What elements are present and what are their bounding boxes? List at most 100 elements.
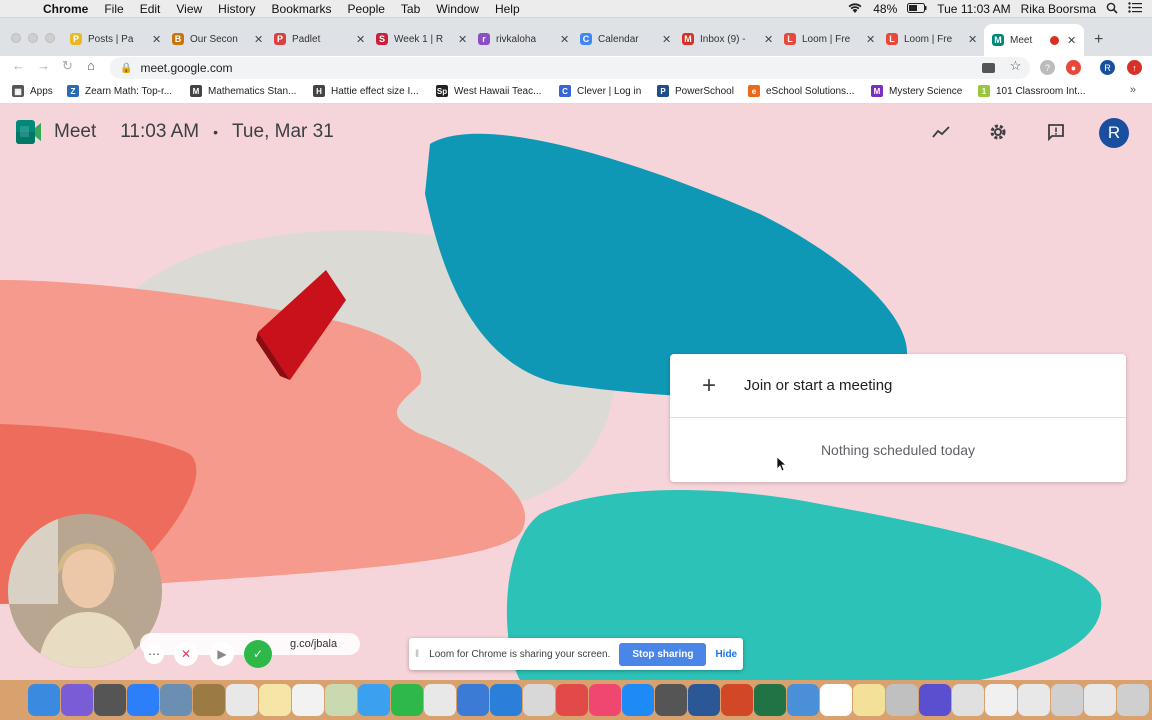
menu-help[interactable]: Help bbox=[495, 2, 520, 16]
address-bar[interactable]: 🔒 meet.google.com bbox=[110, 57, 1030, 79]
update-icon[interactable]: ↑ bbox=[1127, 60, 1142, 75]
close-tab-icon[interactable]: ✕ bbox=[968, 33, 977, 46]
dock-app-icon[interactable] bbox=[61, 684, 93, 716]
dock-app-icon[interactable] bbox=[94, 684, 126, 716]
home-icon[interactable]: ⌂ bbox=[87, 58, 95, 73]
browser-tab[interactable]: B Our Secon ✕ bbox=[172, 28, 263, 50]
dock-app-icon[interactable] bbox=[127, 684, 159, 716]
browser-tab[interactable]: C Calendar ✕ bbox=[580, 28, 671, 50]
close-tab-icon[interactable]: ✕ bbox=[356, 33, 365, 46]
close-tab-icon[interactable]: ✕ bbox=[866, 33, 875, 46]
dock-app-icon[interactable] bbox=[193, 684, 225, 716]
browser-tab[interactable]: P Padlet ✕ bbox=[274, 28, 365, 50]
lock-icon[interactable]: 🔒 bbox=[120, 63, 132, 74]
menu-tab[interactable]: Tab bbox=[401, 2, 420, 16]
dock-app-icon[interactable] bbox=[886, 684, 918, 716]
bookmark-star-icon[interactable]: ☆ bbox=[1008, 58, 1023, 73]
address-url[interactable]: meet.google.com bbox=[140, 61, 232, 75]
camera-in-use-icon[interactable] bbox=[982, 63, 995, 73]
dock-app-icon[interactable] bbox=[358, 684, 390, 716]
menu-app[interactable]: Chrome bbox=[43, 2, 88, 16]
dock-app-icon[interactable] bbox=[952, 684, 984, 716]
dock-app-icon[interactable] bbox=[391, 684, 423, 716]
dock-app-icon[interactable] bbox=[292, 684, 324, 716]
dock-app-icon[interactable] bbox=[622, 684, 654, 716]
bookmark-item[interactable]: Sp West Hawaii Teac... bbox=[436, 85, 541, 97]
loom-finish-icon[interactable]: ✓ bbox=[244, 640, 272, 668]
dock-app-icon[interactable] bbox=[1084, 684, 1116, 716]
browser-tab[interactable]: S Week 1 | R ✕ bbox=[376, 28, 467, 50]
bookmark-item[interactable]: 1 101 Classroom Int... bbox=[978, 85, 1085, 97]
menubar-clock[interactable]: Tue 11:03 AM bbox=[937, 2, 1010, 16]
meet-brand[interactable]: Meet bbox=[54, 121, 96, 143]
menu-file[interactable]: File bbox=[104, 2, 123, 16]
join-meeting-button[interactable]: + Join or start a meeting bbox=[670, 354, 1126, 418]
menu-window[interactable]: Window bbox=[436, 2, 479, 16]
dock-app-icon[interactable] bbox=[820, 684, 852, 716]
battery-icon[interactable] bbox=[907, 2, 927, 16]
dock-app-icon[interactable] bbox=[523, 684, 555, 716]
dock-app-icon[interactable] bbox=[457, 684, 489, 716]
hide-share-bar-button[interactable]: Hide bbox=[715, 649, 737, 660]
dock-app-icon[interactable] bbox=[259, 684, 291, 716]
close-tab-icon[interactable]: ✕ bbox=[560, 33, 569, 46]
browser-tab[interactable]: M Meet ✕ bbox=[984, 24, 1085, 56]
dock-app-icon[interactable] bbox=[424, 684, 456, 716]
feedback-icon[interactable] bbox=[1044, 120, 1068, 144]
dock-app-icon[interactable] bbox=[787, 684, 819, 716]
browser-tab[interactable]: r rivkaloha ✕ bbox=[478, 28, 569, 50]
dock-app-icon[interactable] bbox=[688, 684, 720, 716]
wifi-icon[interactable] bbox=[847, 2, 863, 17]
stop-sharing-button[interactable]: Stop sharing bbox=[619, 642, 707, 666]
dock-app-icon[interactable] bbox=[853, 684, 885, 716]
browser-tab[interactable]: M Inbox (9) - ✕ bbox=[682, 28, 773, 50]
notification-center-icon[interactable] bbox=[1128, 2, 1142, 16]
dock-app-icon[interactable] bbox=[226, 684, 258, 716]
dock-app-icon[interactable] bbox=[490, 684, 522, 716]
quality-chart-icon[interactable] bbox=[929, 120, 953, 144]
drag-handle-icon[interactable]: ‖ bbox=[415, 649, 419, 660]
account-avatar[interactable]: R bbox=[1099, 118, 1129, 148]
forward-icon[interactable]: → bbox=[37, 58, 50, 73]
close-tab-icon[interactable]: ✕ bbox=[764, 33, 773, 46]
dock-app-icon[interactable] bbox=[589, 684, 621, 716]
extension-icon[interactable]: ? bbox=[1040, 60, 1055, 75]
dock-app-icon[interactable] bbox=[1051, 684, 1083, 716]
menu-view[interactable]: View bbox=[176, 2, 202, 16]
browser-tab[interactable]: P Posts | Pa ✕ bbox=[70, 28, 161, 50]
close-tab-icon[interactable]: ✕ bbox=[662, 33, 671, 46]
dock-app-icon[interactable] bbox=[985, 684, 1017, 716]
dock-app-icon[interactable] bbox=[556, 684, 588, 716]
profile-avatar-icon[interactable]: R bbox=[1100, 60, 1115, 75]
more-bookmarks-icon[interactable]: » bbox=[1130, 84, 1136, 96]
dock-app-icon[interactable] bbox=[1117, 684, 1149, 716]
spotlight-icon[interactable] bbox=[1106, 2, 1118, 17]
zoom-window-button[interactable] bbox=[45, 33, 55, 43]
menubar-user[interactable]: Rika Boorsma bbox=[1021, 2, 1096, 16]
loom-more-icon[interactable]: ⋯ bbox=[144, 644, 164, 664]
close-tab-icon[interactable]: ✕ bbox=[254, 33, 263, 46]
menu-history[interactable]: History bbox=[218, 2, 255, 16]
dock-app-icon[interactable] bbox=[754, 684, 786, 716]
loom-camera-bubble[interactable] bbox=[8, 514, 162, 668]
menu-people[interactable]: People bbox=[348, 2, 385, 16]
bookmark-item[interactable]: ▦ Apps bbox=[12, 85, 53, 97]
loom-cancel-icon[interactable]: ✕ bbox=[174, 642, 198, 666]
dock-app-icon[interactable] bbox=[919, 684, 951, 716]
bookmark-item[interactable]: M Mystery Science bbox=[871, 85, 962, 97]
loom-extension-icon[interactable]: ● bbox=[1066, 60, 1081, 75]
settings-gear-icon[interactable] bbox=[986, 120, 1010, 144]
reload-icon[interactable]: ↻ bbox=[62, 58, 73, 74]
close-tab-icon[interactable]: ✕ bbox=[1067, 34, 1076, 47]
dock-app-icon[interactable] bbox=[655, 684, 687, 716]
dock-app-icon[interactable] bbox=[28, 684, 60, 716]
bookmark-item[interactable]: P PowerSchool bbox=[657, 85, 734, 97]
bookmark-item[interactable]: M Mathematics Stan... bbox=[190, 85, 296, 97]
meet-logo-icon[interactable] bbox=[16, 118, 42, 146]
bookmark-item[interactable]: C Clever | Log in bbox=[559, 85, 641, 97]
close-tab-icon[interactable]: ✕ bbox=[458, 33, 467, 46]
bookmark-item[interactable]: e eSchool Solutions... bbox=[748, 85, 854, 97]
bookmark-item[interactable]: H Hattie effect size I... bbox=[313, 85, 419, 97]
minimize-window-button[interactable] bbox=[28, 33, 38, 43]
new-tab-button[interactable]: + bbox=[1094, 31, 1103, 49]
